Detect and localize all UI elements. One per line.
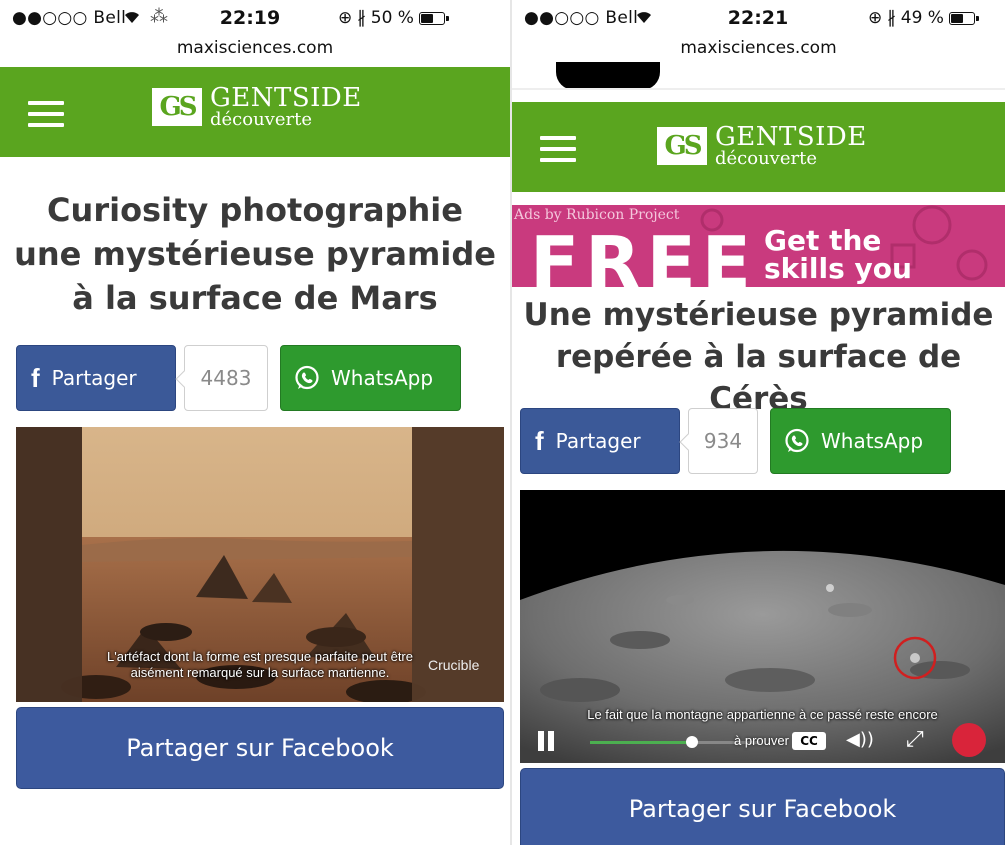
- ad-text-line: skills you: [764, 252, 912, 285]
- facebook-share-button[interactable]: f Partager: [520, 408, 680, 474]
- loading-icon: ⁂: [150, 6, 168, 27]
- menu-icon[interactable]: [540, 136, 576, 162]
- share-bar: f Partager 934 WhatsApp: [520, 408, 951, 474]
- facebook-icon: f: [31, 362, 40, 393]
- site-header: GS GENTSIDE découverte: [512, 102, 1005, 192]
- whatsapp-share-button[interactable]: WhatsApp: [280, 345, 461, 411]
- address-bar-url[interactable]: maxisciences.com: [0, 38, 510, 58]
- facebook-icon: f: [535, 425, 544, 456]
- record-button[interactable]: [952, 723, 986, 757]
- battery-level: [420, 13, 433, 23]
- site-logo[interactable]: GS GENTSIDE découverte: [152, 85, 362, 129]
- ad-headline: FREE: [530, 221, 757, 287]
- article-title: Une mystérieuse pyramide repérée à la su…: [523, 297, 994, 417]
- volume-icon[interactable]: ◀)): [846, 729, 874, 750]
- battery-status: ⊕ ∦ 49 %: [868, 8, 979, 28]
- logo-subtitle: découverte: [715, 148, 817, 169]
- address-bar-url[interactable]: maxisciences.com: [512, 38, 1005, 58]
- share-on-facebook-button[interactable]: Partager sur Facebook: [16, 707, 504, 789]
- share-count: 4483: [184, 345, 268, 411]
- article-title: Curiosity photographie une mystérieuse p…: [14, 191, 496, 317]
- clock: 22:21: [727, 7, 789, 29]
- carrier-signal: ●●○○○ Bell: [12, 8, 127, 28]
- logo-subtitle: découverte: [210, 109, 312, 130]
- whatsapp-share-button[interactable]: WhatsApp: [770, 408, 951, 474]
- bluetooth-icon: ∦: [357, 8, 366, 28]
- ad-text-line: Get the: [764, 224, 882, 257]
- site-logo[interactable]: GS GENTSIDE découverte: [657, 124, 867, 168]
- video-progress-handle[interactable]: [686, 736, 698, 748]
- share-on-facebook-button[interactable]: Partager sur Facebook: [520, 768, 1005, 845]
- whatsapp-icon: [785, 428, 809, 453]
- bluetooth-icon: ∦: [887, 8, 896, 28]
- whatsapp-share-label: WhatsApp: [331, 366, 434, 390]
- lock-rotation-icon: ⊕: [338, 8, 353, 28]
- video-watermark: Crucible: [428, 657, 480, 673]
- site-header: GS GENTSIDE découverte: [0, 67, 510, 157]
- battery-status: ⊕ ∦ 50 %: [338, 8, 449, 28]
- facebook-share-button[interactable]: f Partager: [16, 345, 176, 411]
- closed-captions-button[interactable]: CC: [792, 732, 826, 750]
- status-bar: ●●○○○ Bell 22:21 ⊕ ∦ 49 %: [512, 0, 1005, 36]
- status-bar: ●●○○○ Bell ⁂ 22:19 ⊕ ∦ 50 %: [0, 0, 510, 36]
- video-player[interactable]: Le fait que la montagne appartienne à ce…: [520, 490, 1005, 763]
- scrolled-element-remnant: [556, 62, 660, 90]
- battery-percent: 49 %: [900, 8, 944, 28]
- video-progress-fill: [590, 741, 692, 744]
- whatsapp-share-label: WhatsApp: [821, 429, 924, 453]
- ad-text: Get the skills you: [764, 227, 912, 283]
- logo-mark: GS: [657, 127, 707, 165]
- advertisement-banner[interactable]: Ads by Rubicon Project FREE Get the skil…: [512, 205, 1005, 287]
- clock: 22:19: [219, 7, 281, 29]
- wifi-icon: [634, 8, 654, 28]
- right-screenshot: ●●○○○ Bell 22:21 ⊕ ∦ 49 % maxisciences.c…: [512, 0, 1005, 845]
- subtitle-line: à prouver: [734, 733, 789, 748]
- share-count: 934: [688, 408, 758, 474]
- pause-icon: [548, 731, 554, 751]
- menu-icon[interactable]: [28, 101, 64, 127]
- facebook-share-label: Partager: [555, 429, 641, 453]
- carrier-signal: ●●○○○ Bell: [524, 8, 639, 28]
- header-edge: [512, 88, 1005, 90]
- battery-icon: [418, 11, 449, 25]
- pause-icon[interactable]: [538, 731, 544, 751]
- lock-rotation-icon: ⊕: [868, 8, 883, 28]
- share-bar: f Partager 4483 WhatsApp: [16, 345, 461, 411]
- video-player[interactable]: L'artéfact dont la forme est presque par…: [16, 427, 504, 702]
- logo-mark: GS: [152, 88, 202, 126]
- video-controls: à prouver CC ◀)) ⤢: [520, 717, 1005, 763]
- logo-name: GENTSIDE: [210, 83, 362, 113]
- facebook-share-label: Partager: [51, 366, 137, 390]
- whatsapp-icon: [295, 365, 319, 390]
- battery-level: [950, 13, 963, 23]
- battery-icon: [948, 11, 979, 25]
- logo-name: GENTSIDE: [715, 122, 867, 152]
- battery-percent: 50 %: [370, 8, 414, 28]
- fullscreen-icon[interactable]: ⤢: [906, 727, 924, 752]
- wifi-icon: [122, 8, 142, 28]
- left-screenshot: ●●○○○ Bell ⁂ 22:19 ⊕ ∦ 50 % maxisciences…: [0, 0, 510, 845]
